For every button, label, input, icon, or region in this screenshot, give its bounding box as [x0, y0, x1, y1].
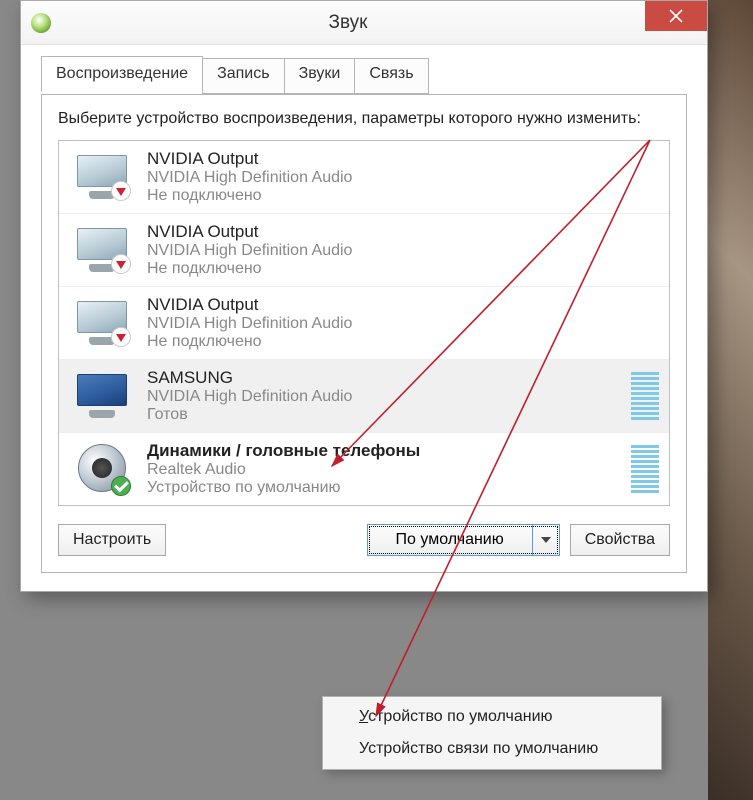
tab-2[interactable]: Звуки — [284, 58, 356, 94]
buttons-row: Настроить По умолчанию Свойства — [58, 524, 670, 556]
monitor-icon — [67, 155, 137, 199]
device-list[interactable]: NVIDIA OutputNVIDIA High Definition Audi… — [58, 140, 670, 506]
tab-0[interactable]: Воспроизведение — [41, 56, 203, 92]
playback-tabpanel: Выберите устройство воспроизведения, пар… — [41, 94, 687, 573]
set-default-dropdown-arrow[interactable] — [533, 525, 559, 555]
tabs-bar: ВоспроизведениеЗаписьЗвукиСвязь — [41, 58, 687, 95]
device-row-1[interactable]: NVIDIA OutputNVIDIA High Definition Audi… — [59, 213, 669, 286]
device-status: Не подключено — [147, 333, 659, 351]
device-driver: NVIDIA High Definition Audio — [147, 315, 659, 333]
window-title: Звук — [51, 12, 645, 34]
device-status: Устройство по умолчанию — [147, 479, 623, 497]
level-meter-icon — [631, 445, 659, 493]
set-default-dropdown-menu: Устройство по умолчаниюУстройство связи … — [322, 696, 662, 770]
device-status: Не подключено — [147, 260, 659, 278]
level-meter-icon — [631, 372, 659, 420]
device-row-2[interactable]: NVIDIA OutputNVIDIA High Definition Audi… — [59, 286, 669, 359]
device-name: NVIDIA Output — [147, 295, 659, 315]
dropdown-menu-item-0[interactable]: Устройство по умолчанию — [325, 701, 659, 733]
device-driver: NVIDIA High Definition Audio — [147, 388, 623, 406]
set-default-split-button[interactable]: По умолчанию — [367, 524, 560, 556]
properties-button[interactable]: Свойства — [570, 524, 670, 556]
device-name: NVIDIA Output — [147, 222, 659, 242]
device-driver: Realtek Audio — [147, 461, 623, 479]
titlebar[interactable]: Звук — [21, 1, 707, 45]
instructions-text: Выберите устройство воспроизведения, пар… — [58, 108, 670, 130]
device-row-3[interactable]: SAMSUNGNVIDIA High Definition AudioГотов — [59, 359, 669, 432]
monitor-blue-icon — [67, 374, 137, 418]
dialog-content: ВоспроизведениеЗаписьЗвукиСвязь Выберите… — [21, 45, 707, 591]
close-icon — [669, 9, 683, 23]
monitor-icon — [67, 301, 137, 345]
device-driver: NVIDIA High Definition Audio — [147, 169, 659, 187]
device-name: Динамики / головные телефоны — [147, 441, 623, 461]
desktop-background-strip — [708, 0, 753, 800]
device-name: SAMSUNG — [147, 368, 623, 388]
device-status: Готов — [147, 406, 623, 424]
app-icon — [31, 13, 51, 33]
sound-dialog-window: Звук ВоспроизведениеЗаписьЗвукиСвязь Выб… — [20, 0, 708, 592]
dropdown-menu-item-1[interactable]: Устройство связи по умолчанию — [325, 733, 659, 765]
tab-3[interactable]: Связь — [354, 58, 428, 94]
device-name: NVIDIA Output — [147, 149, 659, 169]
close-button[interactable] — [645, 1, 707, 31]
device-row-0[interactable]: NVIDIA OutputNVIDIA High Definition Audi… — [59, 141, 669, 213]
tab-1[interactable]: Запись — [202, 58, 285, 94]
set-default-button-main[interactable]: По умолчанию — [368, 525, 533, 555]
device-status: Не подключено — [147, 187, 659, 205]
configure-button[interactable]: Настроить — [58, 524, 166, 556]
device-row-4[interactable]: Динамики / головные телефоныRealtek Audi… — [59, 432, 669, 505]
device-driver: NVIDIA High Definition Audio — [147, 242, 659, 260]
monitor-icon — [67, 228, 137, 272]
speaker-icon — [67, 444, 137, 494]
